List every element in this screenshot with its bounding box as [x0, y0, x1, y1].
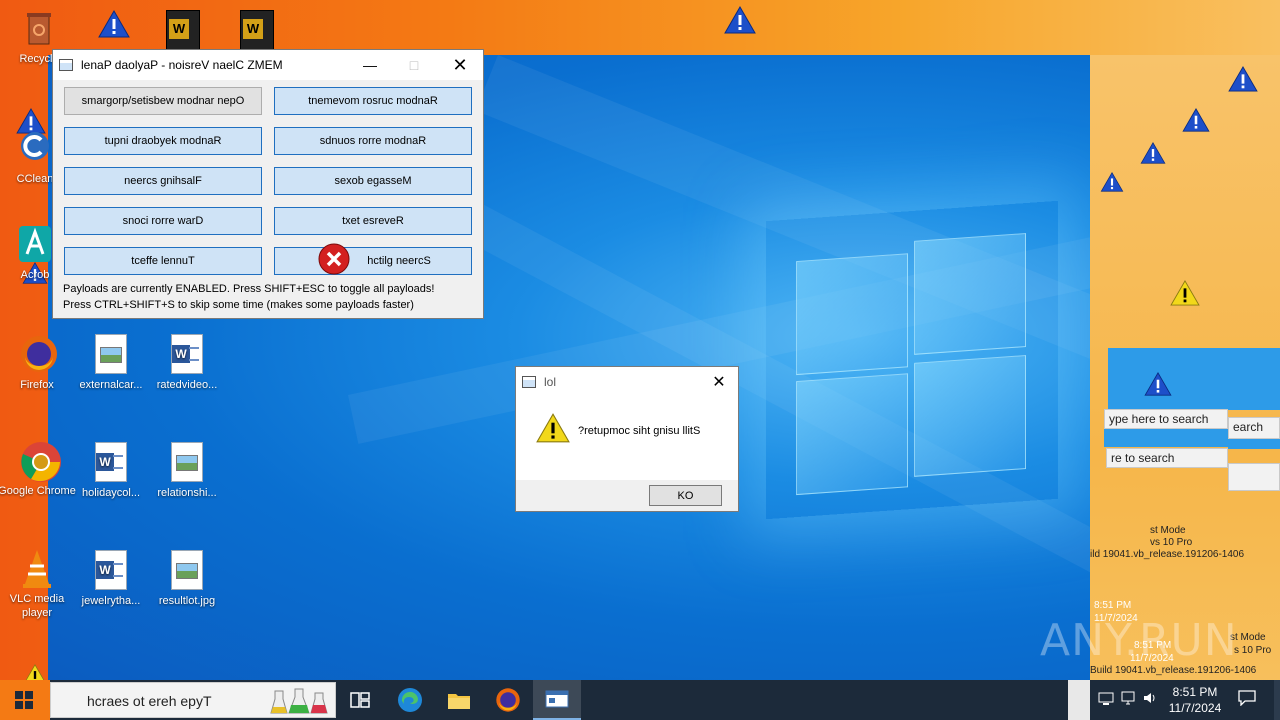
dialog-footer: KO [516, 480, 738, 511]
glitch-blue-block [1228, 439, 1280, 449]
file-label: relationshi... [157, 487, 217, 499]
clock[interactable]: 8:51 PM 11/7/2024 [1162, 684, 1228, 716]
dialog-message: ?retupmoc siht gnisu llitS [578, 425, 701, 437]
word-doc-icon[interactable]: W [166, 10, 200, 50]
screen-glitch-button[interactable]: hctilg neercS [274, 247, 472, 275]
word-file-icon[interactable]: W jewelrytha... [72, 550, 150, 608]
watermark: ANY.RUN [1040, 615, 1238, 666]
firefox-shortcut[interactable]: Firefox [0, 334, 76, 392]
chrome-label: Google Chrome [0, 485, 76, 497]
firefox-taskbar-icon[interactable] [484, 680, 532, 720]
close-button[interactable]: ✕ [700, 367, 738, 397]
task-view-icon[interactable] [336, 680, 384, 720]
file-label: resultlot.jpg [158, 595, 216, 607]
image-file-icon[interactable]: externalcar... [72, 334, 150, 392]
dialog-body: ?retupmoc siht gnisu llitS [516, 397, 738, 480]
glitch-blue-block [1104, 429, 1228, 447]
dialog-titlebar[interactable]: lol ✕ [516, 367, 738, 397]
glitch-white-block [1228, 463, 1280, 491]
vlc-shortcut[interactable]: VLC media player [0, 548, 76, 620]
notifications-icon[interactable] [1236, 690, 1258, 710]
message-boxes-button[interactable]: sexob egasseM [274, 167, 472, 195]
start-button[interactable] [0, 680, 48, 720]
error-icon [318, 243, 350, 275]
glitch-build-text: ild 19041.vb_release.191206-1406 [1090, 549, 1245, 560]
random-error-sounds-button[interactable]: sdnuos rorre modnaR [274, 127, 472, 155]
reverse-text-button[interactable]: txet esreveR [274, 207, 472, 235]
glitch-mode-text: st Mode [1150, 525, 1186, 536]
payload-panel-window: lenaP daolyaP - noisreV naelC ZMEM — □ ✕… [52, 49, 484, 319]
image-file-icon[interactable]: relationshi... [148, 442, 226, 500]
minimize-button[interactable]: — [347, 50, 393, 80]
message-dialog: lol ✕ ?retupmoc siht gnisu llitS KO [515, 366, 739, 512]
maximize-button[interactable]: □ [391, 50, 437, 80]
warning-icon [536, 413, 570, 446]
glitch-pro-text: s 10 Pro [1234, 645, 1272, 656]
payload-status-line: Payloads are currently ENABLED. Press SH… [63, 283, 435, 295]
chrome-shortcut[interactable]: Google Chrome [0, 440, 76, 498]
search-placeholder: hcraes ot ereh epyT [87, 693, 212, 709]
app-icon [59, 59, 73, 71]
clock-time: 8:51 PM [1172, 685, 1218, 699]
open-random-websites-button[interactable]: smargorp/setisbew modnar nepO [64, 87, 262, 115]
glitch-blue-block [1108, 348, 1280, 410]
firefox-label: Firefox [20, 379, 54, 391]
glitch-build-text: Build 19041.vb_release.191206-1406 [1090, 665, 1257, 676]
file-label: jewelrytha... [81, 595, 141, 607]
word-doc-icon[interactable]: W [240, 10, 274, 50]
science-flasks-icon [269, 687, 333, 715]
vlc-label: VLC media player [9, 593, 65, 619]
flashing-screen-button[interactable]: neercs gnihsalF [64, 167, 262, 195]
edge-icon[interactable] [386, 680, 434, 720]
word-file-icon[interactable]: W holidaycol... [72, 442, 150, 500]
payload-hint-line: Press CTRL+SHIFT+S to skip some time (ma… [63, 299, 414, 311]
glitch-pro-text: vs 10 Pro [1150, 537, 1193, 548]
windows-logo [796, 233, 1028, 496]
glitch-search-fragment: ype here to search [1104, 409, 1228, 429]
file-label: ratedvideo... [156, 379, 218, 391]
ok-button[interactable]: KO [649, 485, 722, 506]
glitch-search-fragment: earch [1228, 417, 1280, 439]
app-icon [522, 376, 536, 388]
clock-date: 11/7/2024 [1168, 701, 1222, 715]
dialog-title: lol [544, 375, 557, 389]
tunnel-effect-button[interactable]: tceffe lennuT [64, 247, 262, 275]
file-label: holidaycol... [81, 487, 141, 499]
taskbar: hcraes ot ereh epyT 8:51 PM 11/7/2024 [0, 680, 1280, 720]
show-desktop-button[interactable] [1274, 680, 1280, 720]
window-titlebar[interactable]: lenaP daolyaP - noisreV naelC ZMEM — □ ✕ [53, 50, 483, 80]
draw-error-icons-button[interactable]: snoci rorre warD [64, 207, 262, 235]
memz-app-taskbar-icon[interactable] [533, 680, 581, 720]
glitch-block [1068, 680, 1090, 720]
file-label: externalcar... [79, 379, 143, 391]
monitor-icon[interactable] [1118, 690, 1138, 710]
random-cursor-movement-button[interactable]: tnemevom rosruc modnaR [274, 87, 472, 115]
volume-icon[interactable] [1140, 690, 1160, 710]
close-button[interactable]: ✕ [437, 50, 483, 80]
random-keyboard-input-button[interactable]: tupni draobyek modnaR [64, 127, 262, 155]
glitch-time-text: 8:51 PM [1094, 600, 1132, 611]
word-file-icon[interactable]: W ratedvideo... [148, 334, 226, 392]
window-title: lenaP daolyaP - noisreV naelC ZMEM [81, 58, 283, 72]
image-file-icon[interactable]: resultlot.jpg [148, 550, 226, 608]
glitch-search-fragment: re to search [1106, 448, 1228, 468]
taskbar-search-box[interactable]: hcraes ot ereh epyT [50, 682, 336, 718]
file-explorer-icon[interactable] [435, 680, 483, 720]
network-icon[interactable] [1096, 690, 1116, 710]
